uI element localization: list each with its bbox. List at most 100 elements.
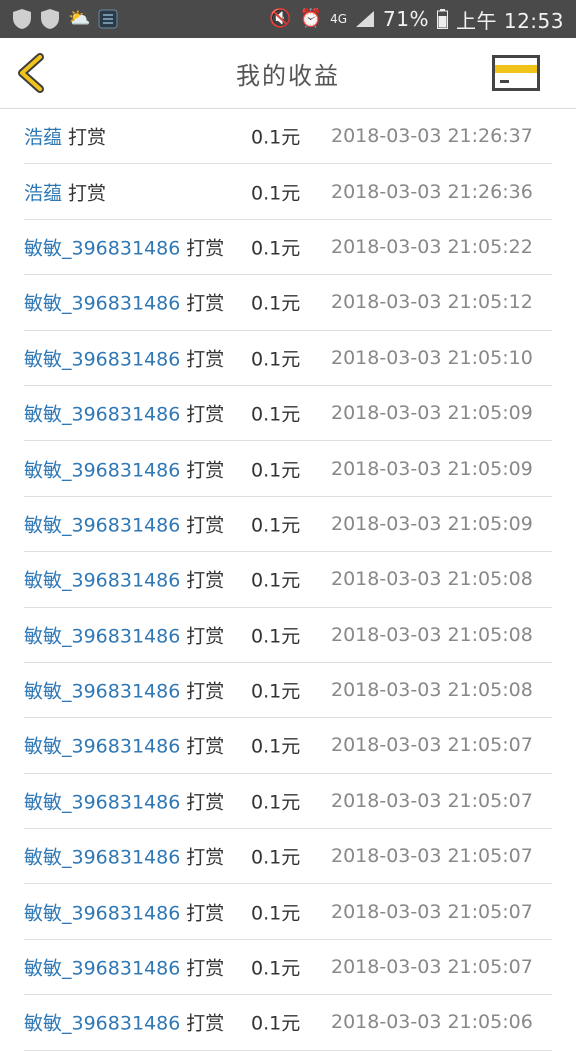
user-name-link[interactable]: 敏敏_396831486: [24, 348, 180, 370]
amount: 0.1元: [251, 292, 301, 315]
action-label: 打赏: [186, 403, 225, 426]
amount: 0.1元: [251, 680, 301, 703]
list-item: 敏敏_396831486 打赏 0.1元 2018-03-03 21:05:09: [24, 386, 552, 442]
timestamp: 2018-03-03 21:05:22: [331, 235, 533, 258]
user-name-link[interactable]: 敏敏_396831486: [24, 736, 180, 758]
user-name-link[interactable]: 敏敏_396831486: [24, 791, 180, 813]
action-label: 打赏: [186, 625, 225, 648]
list-item: 敏敏_396831486 打赏 0.1元 2018-03-03 21:05:07: [24, 718, 552, 774]
timestamp: 2018-03-03 21:05:12: [331, 291, 533, 314]
tip-entry: 敏敏_396831486 打赏: [24, 344, 224, 371]
user-name-link[interactable]: 敏敏_396831486: [24, 902, 180, 924]
timestamp: 2018-03-03 21:05:07: [331, 900, 533, 923]
status-right: 🔇 ⏰ 4G 71% 上午 12:53: [269, 5, 564, 34]
list-item: 敏敏_396831486 打赏 0.1元 2018-03-03 21:05:06: [24, 995, 552, 1051]
action-label: 打赏: [186, 459, 225, 482]
tip-entry: 浩蕴 打赏: [24, 123, 106, 150]
timestamp: 2018-03-03 21:05:09: [331, 512, 533, 535]
timestamp: 2018-03-03 21:05:07: [331, 956, 533, 979]
action-label: 打赏: [186, 902, 225, 925]
timestamp: 2018-03-03 21:05:07: [331, 845, 533, 868]
card-icon[interactable]: [492, 55, 540, 91]
user-name-link[interactable]: 敏敏_396831486: [24, 847, 180, 869]
action-label: 打赏: [186, 348, 225, 371]
tip-entry: 敏敏_396831486 打赏: [24, 566, 224, 593]
weather-icon: ⛅: [68, 8, 91, 29]
action-label: 打赏: [186, 569, 225, 592]
action-label: 打赏: [186, 957, 225, 980]
timestamp: 2018-03-03 21:05:10: [331, 346, 533, 369]
app-icon: [98, 9, 118, 29]
list-item: 敏敏_396831486 打赏 0.1元 2018-03-03 21:05:07: [24, 774, 552, 830]
list-item: 敏敏_396831486 打赏 0.1元 2018-03-03 21:05:08: [24, 552, 552, 608]
user-name-link[interactable]: 敏敏_396831486: [24, 459, 180, 481]
action-label: 打赏: [68, 182, 107, 205]
tip-entry: 浩蕴 打赏: [24, 178, 106, 205]
list-item: 敏敏_396831486 打赏 0.1元 2018-03-03 21:05:08: [24, 663, 552, 719]
user-name-link[interactable]: 敏敏_396831486: [24, 514, 180, 536]
list-item: 敏敏_396831486 打赏 0.1元 2018-03-03 21:05:07: [24, 829, 552, 885]
list-item: 敏敏_396831486 打赏 0.1元 2018-03-03 21:05:09: [24, 441, 552, 497]
earnings-list: 浩蕴 打赏 0.1元 2018-03-03 21:26:37 浩蕴 打赏 0.1元 2018-…: [0, 109, 576, 1051]
tip-entry: 敏敏_396831486 打赏: [24, 233, 224, 260]
action-label: 打赏: [186, 791, 225, 814]
action-label: 打赏: [186, 735, 225, 758]
status-bar: ⛅ 🔇 ⏰ 4G 71% 上午 12:53: [0, 0, 576, 38]
user-name-link[interactable]: 浩蕴: [24, 127, 62, 149]
amount: 0.1元: [251, 791, 301, 814]
network-4g-icon: 4G: [330, 12, 348, 26]
amount: 0.1元: [251, 569, 301, 592]
list-item: 敏敏_396831486 打赏 0.1元 2018-03-03 21:05:07: [24, 884, 552, 940]
user-name-link[interactable]: 敏敏_396831486: [24, 681, 180, 703]
header: 我的收益: [0, 38, 576, 109]
tip-entry: 敏敏_396831486 打赏: [24, 732, 224, 759]
list-item: 敏敏_396831486 打赏 0.1元 2018-03-03 21:05:12: [24, 275, 552, 331]
tip-entry: 敏敏_396831486 打赏: [24, 289, 224, 316]
tip-entry: 敏敏_396831486 打赏: [24, 677, 224, 704]
timestamp: 2018-03-03 21:05:08: [331, 568, 533, 591]
battery-percent: 71%: [383, 7, 429, 31]
action-label: 打赏: [186, 292, 225, 315]
amount: 0.1元: [251, 459, 301, 482]
status-left: ⛅: [12, 8, 118, 30]
user-name-link[interactable]: 敏敏_396831486: [24, 625, 180, 647]
amount: 0.1元: [251, 625, 301, 648]
tip-entry: 敏敏_396831486 打赏: [24, 455, 224, 482]
action-label: 打赏: [68, 126, 107, 149]
amount: 0.1元: [251, 846, 301, 869]
list-item: 敏敏_396831486 打赏 0.1元 2018-03-03 21:05:10: [24, 331, 552, 386]
amount: 0.1元: [251, 237, 301, 260]
amount: 0.1元: [251, 403, 301, 426]
alarm-icon: ⏰: [299, 8, 323, 29]
list-item: 敏敏_396831486 打赏 0.1元 2018-03-03 21:05:08: [24, 608, 552, 663]
clock: 上午 12:53: [456, 8, 564, 33]
timestamp: 2018-03-03 21:05:06: [331, 1011, 533, 1034]
timestamp: 2018-03-03 21:05:08: [331, 623, 533, 646]
chevron-left-icon[interactable]: [12, 51, 56, 95]
list-item: 敏敏_396831486 打赏 0.1元 2018-03-03 21:05:07: [24, 940, 552, 996]
list-item: 敏敏_396831486 打赏 0.1元 2018-03-03 21:05:22: [24, 220, 552, 276]
tip-entry: 敏敏_396831486 打赏: [24, 1009, 224, 1036]
list-item: 敏敏_396831486 打赏 0.1元 2018-03-03 21:05:09: [24, 497, 552, 553]
user-name-link[interactable]: 敏敏_396831486: [24, 237, 180, 259]
user-name-link[interactable]: 敏敏_396831486: [24, 958, 180, 980]
tip-entry: 敏敏_396831486 打赏: [24, 510, 224, 537]
amount: 0.1元: [251, 902, 301, 925]
action-label: 打赏: [186, 237, 225, 260]
amount: 0.1元: [251, 126, 301, 149]
amount: 0.1元: [251, 1012, 301, 1035]
amount: 0.1元: [251, 514, 301, 537]
amount: 0.1元: [251, 348, 301, 371]
action-label: 打赏: [186, 514, 225, 537]
tip-entry: 敏敏_396831486 打赏: [24, 954, 224, 981]
battery-icon: [437, 9, 448, 29]
tip-entry: 敏敏_396831486 打赏: [24, 843, 224, 870]
mute-icon: 🔇: [269, 8, 292, 29]
user-name-link[interactable]: 敏敏_396831486: [24, 570, 180, 592]
user-name-link[interactable]: 敏敏_396831486: [24, 293, 180, 315]
signal-icon: [356, 11, 375, 27]
shield-icon: [41, 9, 59, 29]
user-name-link[interactable]: 敏敏_396831486: [24, 404, 180, 426]
user-name-link[interactable]: 浩蕴: [24, 182, 62, 204]
list-item: 浩蕴 打赏 0.1元 2018-03-03 21:26:37: [24, 109, 552, 165]
